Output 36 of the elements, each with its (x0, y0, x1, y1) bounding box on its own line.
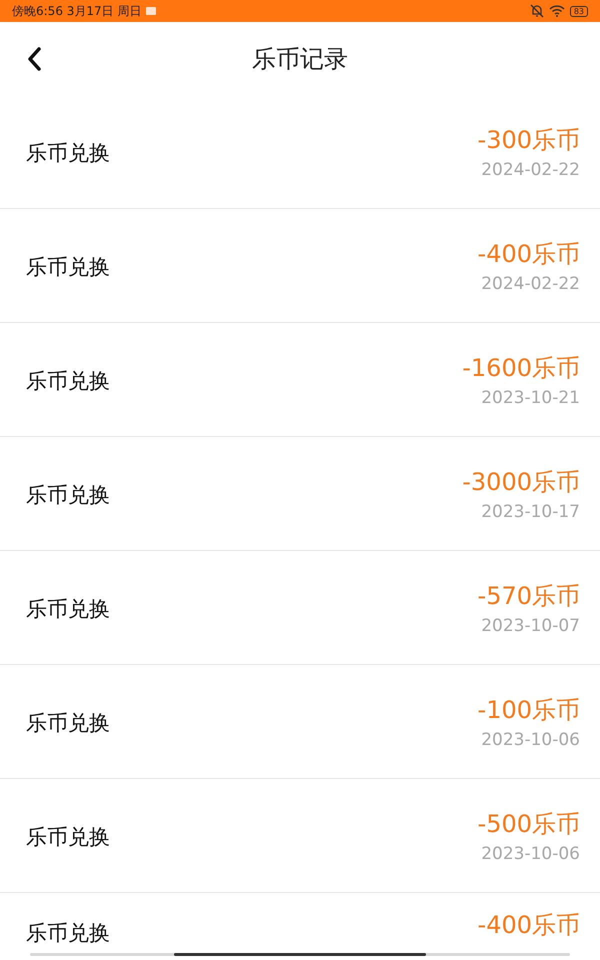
mute-bell-icon (530, 4, 544, 18)
record-date: 2024-02-22 (481, 160, 580, 180)
record-date: 2023-10-21 (481, 388, 580, 408)
record-label: 乐币兑换 (26, 921, 110, 946)
record-label: 乐币兑换 (26, 368, 110, 394)
record-label: 乐币兑换 (26, 254, 110, 280)
record-amount: -1600乐币 (462, 352, 580, 384)
record-row[interactable]: 乐币兑换 -1600乐币 2023-10-21 (0, 323, 600, 437)
record-row[interactable]: 乐币兑换 -570乐币 2023-10-07 (0, 551, 600, 665)
record-row[interactable]: 乐币兑换 -3000乐币 2023-10-17 (0, 437, 600, 551)
wifi-icon (548, 5, 565, 17)
record-date: 2023-10-06 (481, 844, 580, 864)
record-date: 2023-10-06 (481, 730, 580, 750)
record-amount: -100乐币 (478, 694, 580, 726)
record-amount: -300乐币 (478, 124, 580, 156)
record-label: 乐币兑换 (26, 824, 110, 850)
record-label: 乐币兑换 (26, 482, 110, 508)
record-amount: -570乐币 (478, 580, 580, 612)
record-amount: -400乐币 (478, 910, 580, 941)
record-date: 2023-10-07 (481, 616, 580, 636)
record-amount: -500乐币 (478, 808, 580, 840)
page-title: 乐币记录 (252, 44, 348, 74)
record-date: 2024-02-22 (481, 274, 580, 294)
status-time: 傍晚6:56 3月17日 周日 (12, 2, 142, 20)
record-label: 乐币兑换 (26, 596, 110, 622)
record-row[interactable]: 乐币兑换 -100乐币 2023-10-06 (0, 665, 600, 779)
record-row[interactable]: 乐币兑换 -500乐币 2023-10-06 (0, 779, 600, 893)
notification-icon (146, 7, 156, 15)
record-date: 2023-10-17 (481, 502, 580, 522)
battery-level: 83 (570, 6, 588, 16)
record-label: 乐币兑换 (26, 710, 110, 736)
record-amount: -400乐币 (478, 238, 580, 270)
record-label: 乐币兑换 (26, 140, 110, 166)
record-row[interactable]: 乐币兑换 -400乐币 2024-02-22 (0, 209, 600, 323)
record-amount: -3000乐币 (462, 466, 580, 498)
record-row[interactable]: 乐币兑换 -300乐币 2024-02-22 (0, 95, 600, 209)
